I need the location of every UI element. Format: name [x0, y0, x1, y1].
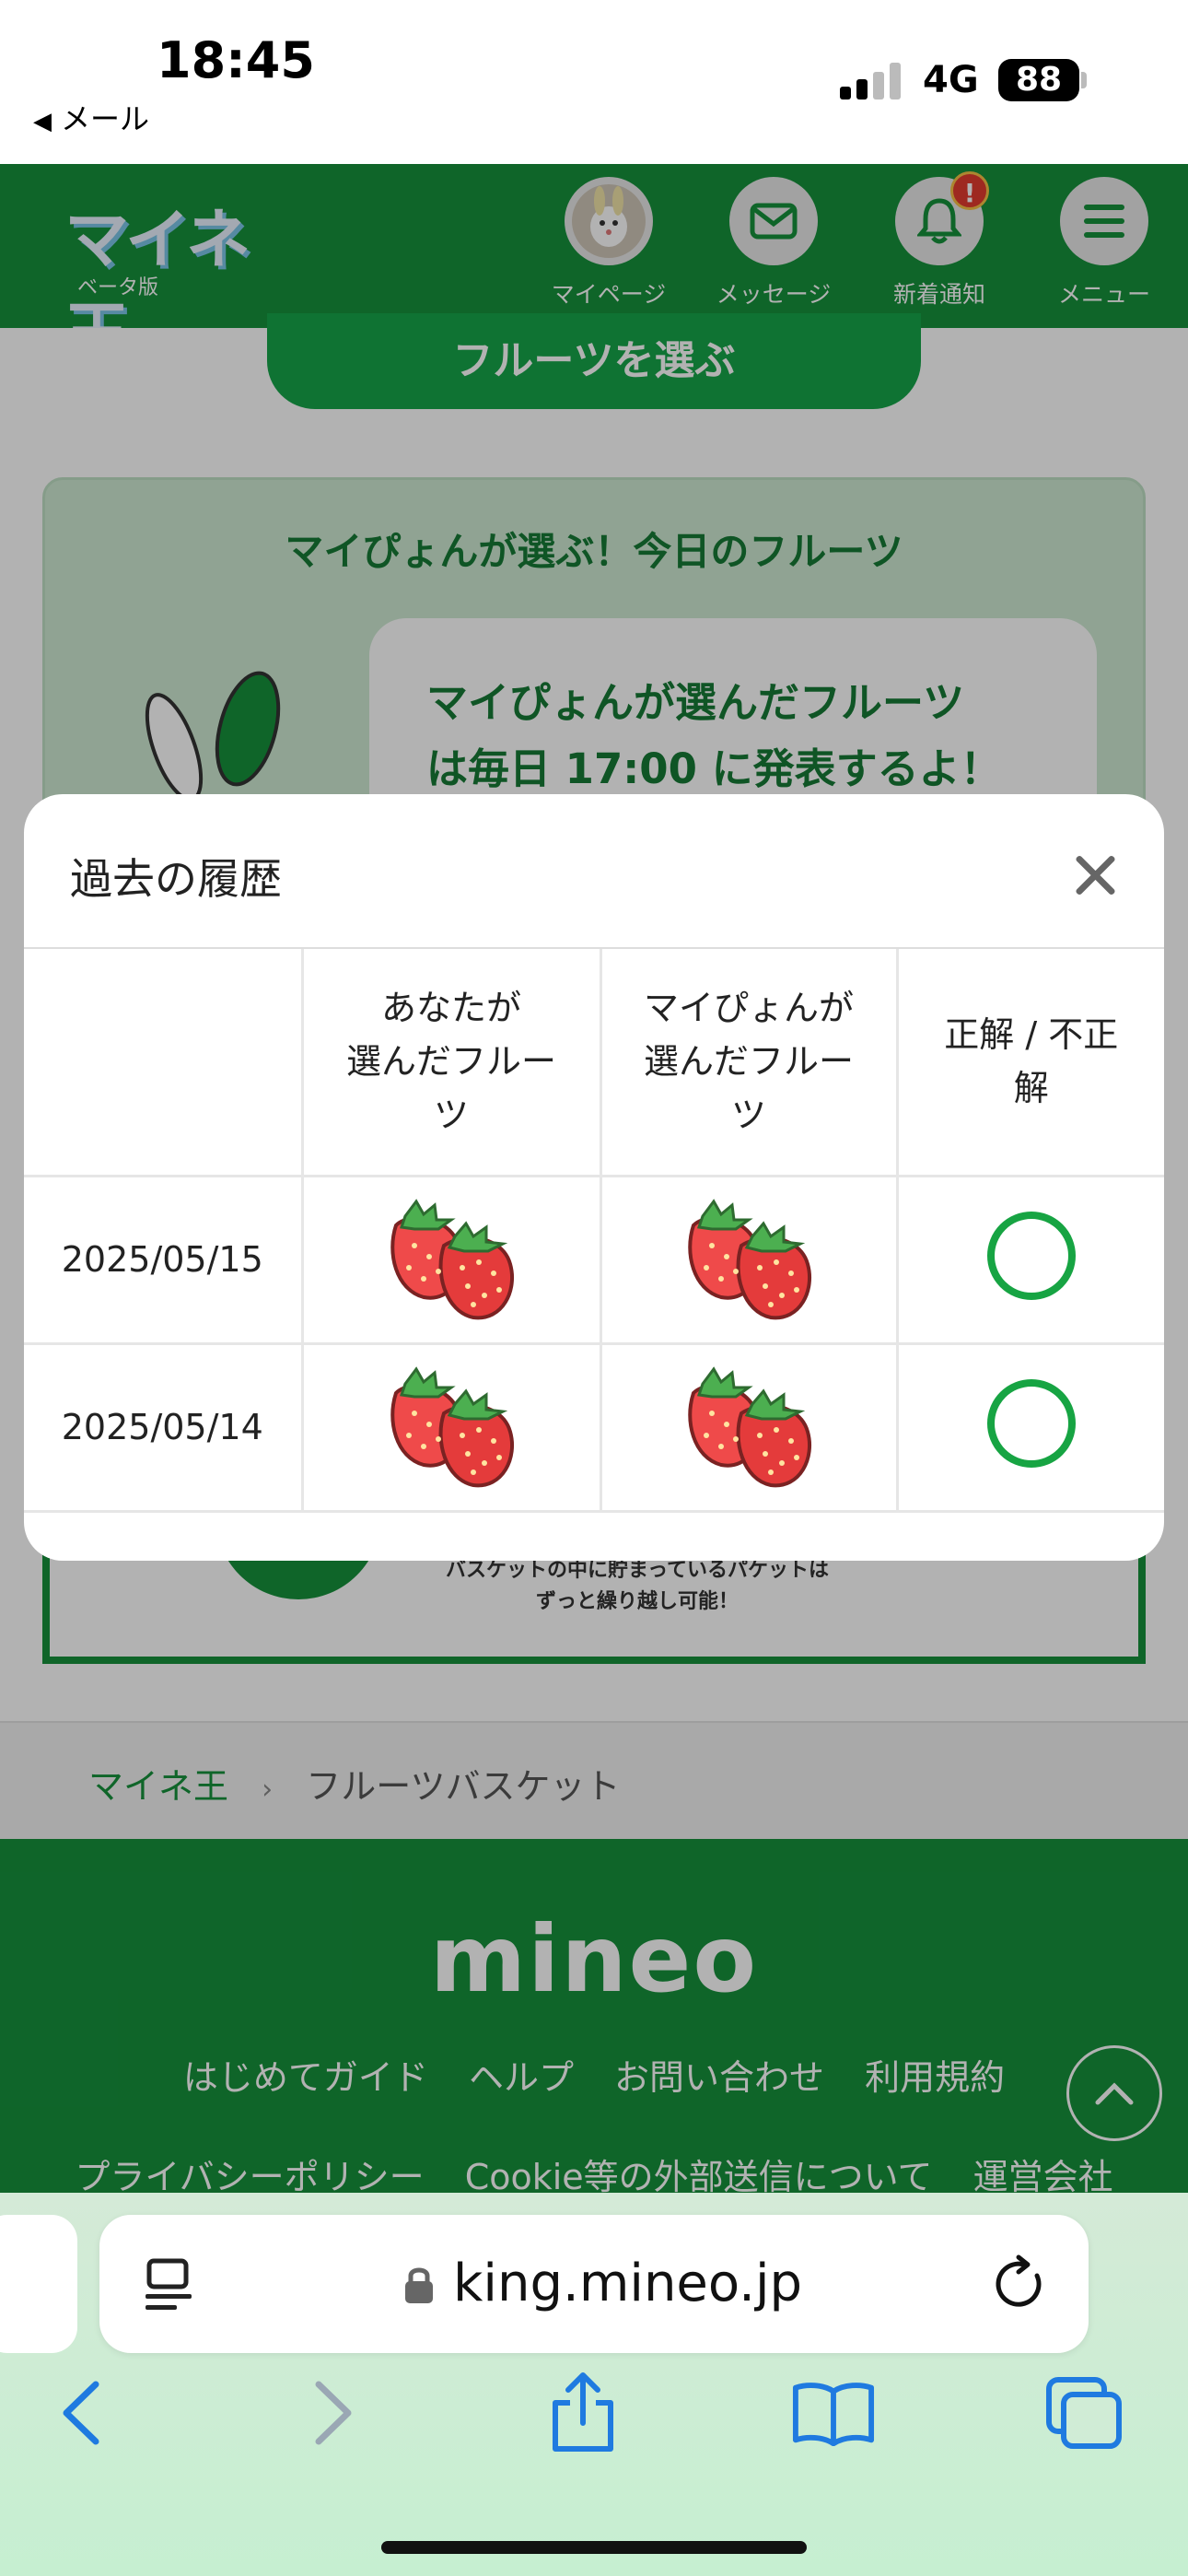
- row-date: 2025/05/14: [24, 1341, 304, 1513]
- tabs-icon: [1046, 2377, 1122, 2449]
- strawberry-icon: [675, 1356, 822, 1491]
- url-text: king.mineo.jp: [453, 2254, 803, 2313]
- table-row: 2025/05/15: [24, 1174, 1164, 1345]
- row-maipyon-fruit: [599, 1174, 899, 1345]
- correct-circle-icon: [986, 1378, 1076, 1468]
- battery-icon: 88: [998, 59, 1079, 101]
- back-triangle-icon: ◀: [33, 108, 52, 135]
- status-bar: 18:45 ◀ メール 4G 88: [0, 0, 1188, 164]
- row-result: [895, 1174, 1164, 1345]
- row-your-fruit: [300, 1174, 602, 1345]
- battery-cap: [1081, 72, 1087, 88]
- strawberry-icon: [675, 1188, 822, 1323]
- bookmarks-button[interactable]: [792, 2371, 875, 2454]
- lock-icon: [405, 2267, 433, 2303]
- header-date: [24, 949, 304, 1177]
- reload-icon[interactable]: [991, 2252, 1050, 2314]
- header-your-fruit: あなたが 選んだフルー ツ: [300, 949, 602, 1177]
- share-icon: [553, 2372, 613, 2452]
- strawberry-icon: [378, 1356, 525, 1491]
- header-result: 正解 / 不正 解: [895, 949, 1164, 1177]
- chevron-left-icon: [63, 2381, 99, 2445]
- modal-title: 過去の履歴: [70, 854, 282, 904]
- header-your-fruit-line3: ツ: [433, 1095, 469, 1136]
- history-table: あなたが 選んだフルー ツ マイぴょんが 選んだフルー ツ 正解 / 不正 解 …: [24, 949, 1164, 1513]
- browser-toolbar: king.mineo.jp: [0, 2193, 1188, 2576]
- tabs-button[interactable]: [1042, 2371, 1125, 2454]
- previous-tab-peek[interactable]: [0, 2215, 77, 2353]
- row-result: [895, 1341, 1164, 1513]
- forward-button[interactable]: [293, 2371, 376, 2454]
- home-indicator: [381, 2541, 807, 2554]
- header-result-line1: 正解 / 不正: [944, 1014, 1119, 1056]
- clock: 18:45: [157, 31, 315, 89]
- modal-header: 過去の履歴: [24, 794, 1164, 949]
- header-maipyon-fruit-line3: ツ: [730, 1095, 766, 1136]
- header-maipyon-fruit: マイぴょんが 選んだフルー ツ: [599, 949, 899, 1177]
- network-type: 4G: [923, 59, 979, 101]
- share-button[interactable]: [542, 2371, 624, 2454]
- header-maipyon-fruit-line2: 選んだフルー: [643, 1041, 854, 1083]
- close-icon[interactable]: [1068, 849, 1120, 901]
- header-result-line2: 解: [1013, 1068, 1049, 1109]
- back-app-label: メール: [61, 101, 150, 136]
- correct-circle-icon: [986, 1211, 1076, 1300]
- header-your-fruit-line1: あなたが: [380, 988, 521, 1029]
- back-to-app-link[interactable]: ◀ メール: [33, 96, 158, 138]
- back-button[interactable]: [39, 2371, 122, 2454]
- table-row: 2025/05/14: [24, 1341, 1164, 1513]
- chevron-right-icon: [315, 2381, 352, 2445]
- history-modal: 過去の履歴 あなたが 選んだフルー ツ マイぴょんが 選んだフルー ツ 正解 /…: [24, 794, 1164, 1561]
- table-header-row: あなたが 選んだフルー ツ マイぴょんが 選んだフルー ツ 正解 / 不正 解: [24, 949, 1164, 1177]
- header-your-fruit-line2: 選んだフルー: [345, 1041, 556, 1083]
- cellular-signal-icon: [840, 63, 906, 100]
- row-maipyon-fruit: [599, 1341, 899, 1513]
- page-menu-icon[interactable]: [144, 2257, 195, 2314]
- row-date: 2025/05/15: [24, 1174, 304, 1345]
- row-your-fruit: [300, 1341, 602, 1513]
- strawberry-icon: [378, 1188, 525, 1323]
- address-bar[interactable]: king.mineo.jp: [99, 2215, 1089, 2353]
- header-maipyon-fruit-line1: マイぴょんが: [643, 988, 854, 1029]
- book-icon: [792, 2383, 875, 2446]
